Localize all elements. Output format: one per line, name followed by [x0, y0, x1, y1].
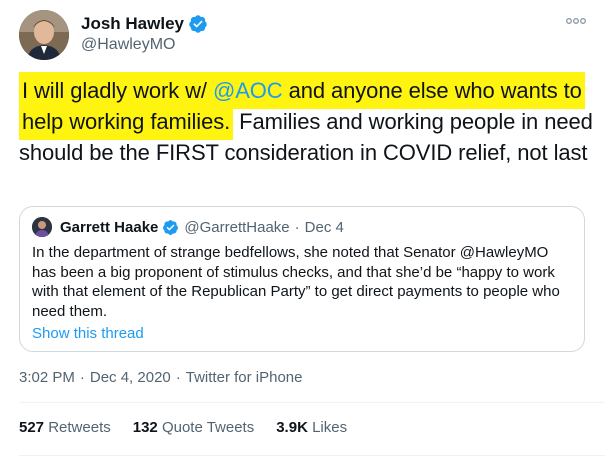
retweets-stat[interactable]: 527 Retweets	[19, 419, 111, 436]
author-name[interactable]: Josh Hawley	[81, 14, 184, 34]
quoted-avatar-photo-icon	[32, 217, 52, 237]
more-options-icon[interactable]	[565, 14, 587, 28]
quoted-tweet[interactable]: Garrett Haake @GarrettHaake · Dec 4 In t…	[19, 206, 585, 352]
likes-stat[interactable]: 3.9K Likes	[276, 419, 347, 436]
tweet-meta: 3:02 PM · Dec 4, 2020 · Twitter for iPhone	[19, 369, 302, 386]
separator-dot: ·	[175, 369, 181, 386]
tweet-card: Josh Hawley @HawleyMO I will gladly work…	[0, 0, 605, 463]
verified-badge-icon	[189, 15, 207, 33]
tweet-source[interactable]: Twitter for iPhone	[186, 369, 303, 386]
retweets-label: Retweets	[48, 419, 111, 436]
separator-dot: ·	[79, 369, 85, 386]
quoted-tweet-header: Garrett Haake @GarrettHaake · Dec 4	[32, 217, 344, 237]
quoted-tweet-date: Dec 4	[304, 218, 344, 236]
tweet-text-part-1: I will gladly work w/	[22, 78, 213, 103]
tweet-stats: 527 Retweets 132 Quote Tweets 3.9K Likes	[19, 419, 369, 436]
separator-dot: ·	[294, 218, 300, 236]
quote-tweets-count: 132	[132, 419, 158, 436]
tweet-text: I will gladly work w/ @AOC and anyone el…	[19, 72, 594, 168]
likes-count: 3.9K	[276, 419, 308, 436]
likes-label: Likes	[312, 419, 348, 436]
quoted-author-avatar	[32, 217, 52, 237]
divider	[19, 455, 605, 456]
mention-link[interactable]: @AOC	[213, 78, 283, 103]
tweet-time[interactable]: 3:02 PM	[19, 369, 75, 386]
quoted-author-name: Garrett Haake	[60, 218, 159, 236]
show-thread-link[interactable]: Show this thread	[32, 325, 144, 342]
quote-tweets-stat[interactable]: 132 Quote Tweets	[133, 419, 254, 436]
retweets-count: 527	[19, 419, 45, 436]
verified-badge-icon	[163, 219, 179, 235]
quote-tweets-label: Quote Tweets	[161, 419, 255, 436]
tweet-date[interactable]: Dec 4, 2020	[90, 369, 171, 386]
divider	[19, 402, 605, 403]
quoted-tweet-text: In the department of strange bedfellows,…	[32, 244, 560, 320]
author-handle[interactable]: @HawleyMO	[81, 36, 175, 54]
author-name-line: Josh Hawley	[81, 14, 208, 34]
author-avatar[interactable]	[19, 10, 69, 60]
avatar-photo-icon	[19, 10, 69, 60]
quoted-author-handle: @GarrettHaake	[184, 218, 290, 236]
